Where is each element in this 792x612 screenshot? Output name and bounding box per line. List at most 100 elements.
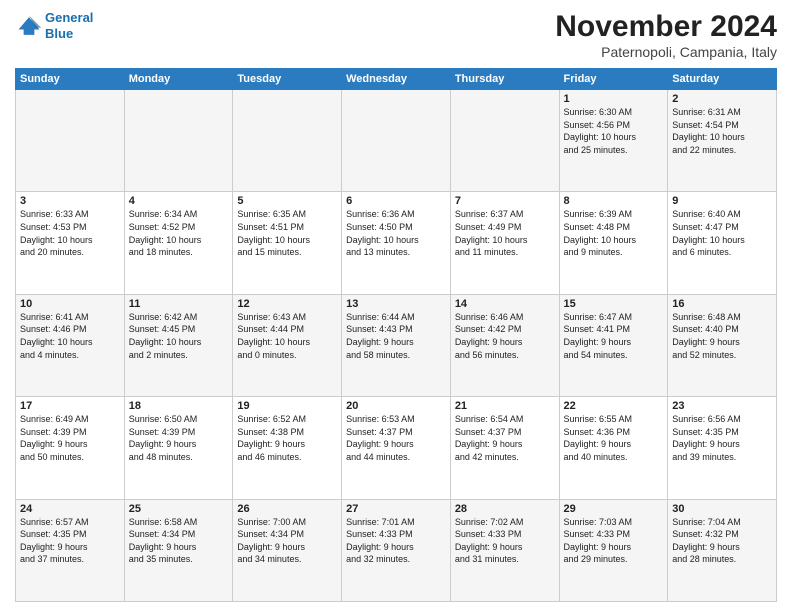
calendar-cell: 26Sunrise: 7:00 AM Sunset: 4:34 PM Dayli… — [233, 499, 342, 601]
calendar-week-1: 1Sunrise: 6:30 AM Sunset: 4:56 PM Daylig… — [16, 90, 777, 192]
day-number: 19 — [237, 400, 337, 412]
calendar-cell: 4Sunrise: 6:34 AM Sunset: 4:52 PM Daylig… — [124, 192, 233, 294]
day-info: Sunrise: 7:03 AM Sunset: 4:33 PM Dayligh… — [564, 516, 664, 566]
weekday-header-monday: Monday — [124, 69, 233, 90]
calendar-cell: 1Sunrise: 6:30 AM Sunset: 4:56 PM Daylig… — [559, 90, 668, 192]
logo: General Blue — [15, 10, 93, 41]
day-info: Sunrise: 6:52 AM Sunset: 4:38 PM Dayligh… — [237, 413, 337, 463]
day-info: Sunrise: 7:02 AM Sunset: 4:33 PM Dayligh… — [455, 516, 555, 566]
day-info: Sunrise: 6:46 AM Sunset: 4:42 PM Dayligh… — [455, 311, 555, 361]
day-number: 18 — [129, 400, 229, 412]
calendar-cell: 30Sunrise: 7:04 AM Sunset: 4:32 PM Dayli… — [668, 499, 777, 601]
calendar-cell: 11Sunrise: 6:42 AM Sunset: 4:45 PM Dayli… — [124, 294, 233, 396]
calendar-cell: 13Sunrise: 6:44 AM Sunset: 4:43 PM Dayli… — [342, 294, 451, 396]
calendar-week-4: 17Sunrise: 6:49 AM Sunset: 4:39 PM Dayli… — [16, 397, 777, 499]
day-number: 22 — [564, 400, 664, 412]
day-number: 26 — [237, 503, 337, 515]
calendar-cell: 19Sunrise: 6:52 AM Sunset: 4:38 PM Dayli… — [233, 397, 342, 499]
day-number: 16 — [672, 298, 772, 310]
day-number: 27 — [346, 503, 446, 515]
day-info: Sunrise: 6:34 AM Sunset: 4:52 PM Dayligh… — [129, 208, 229, 258]
day-number: 28 — [455, 503, 555, 515]
calendar-cell: 15Sunrise: 6:47 AM Sunset: 4:41 PM Dayli… — [559, 294, 668, 396]
calendar-cell: 18Sunrise: 6:50 AM Sunset: 4:39 PM Dayli… — [124, 397, 233, 499]
title-block: November 2024 Paternopoli, Campania, Ita… — [555, 10, 777, 60]
day-number: 7 — [455, 195, 555, 207]
day-info: Sunrise: 6:56 AM Sunset: 4:35 PM Dayligh… — [672, 413, 772, 463]
page: General Blue November 2024 Paternopoli, … — [0, 0, 792, 612]
calendar-cell: 24Sunrise: 6:57 AM Sunset: 4:35 PM Dayli… — [16, 499, 125, 601]
calendar-cell: 28Sunrise: 7:02 AM Sunset: 4:33 PM Dayli… — [450, 499, 559, 601]
day-info: Sunrise: 6:58 AM Sunset: 4:34 PM Dayligh… — [129, 516, 229, 566]
day-info: Sunrise: 6:39 AM Sunset: 4:48 PM Dayligh… — [564, 208, 664, 258]
calendar-cell: 8Sunrise: 6:39 AM Sunset: 4:48 PM Daylig… — [559, 192, 668, 294]
day-number: 20 — [346, 400, 446, 412]
day-info: Sunrise: 6:57 AM Sunset: 4:35 PM Dayligh… — [20, 516, 120, 566]
day-info: Sunrise: 6:41 AM Sunset: 4:46 PM Dayligh… — [20, 311, 120, 361]
day-number: 11 — [129, 298, 229, 310]
day-info: Sunrise: 6:30 AM Sunset: 4:56 PM Dayligh… — [564, 106, 664, 156]
day-number: 2 — [672, 93, 772, 105]
day-info: Sunrise: 6:42 AM Sunset: 4:45 PM Dayligh… — [129, 311, 229, 361]
calendar-cell — [450, 90, 559, 192]
calendar-cell: 20Sunrise: 6:53 AM Sunset: 4:37 PM Dayli… — [342, 397, 451, 499]
day-number: 5 — [237, 195, 337, 207]
day-info: Sunrise: 6:44 AM Sunset: 4:43 PM Dayligh… — [346, 311, 446, 361]
calendar-cell — [16, 90, 125, 192]
day-number: 9 — [672, 195, 772, 207]
calendar-cell: 9Sunrise: 6:40 AM Sunset: 4:47 PM Daylig… — [668, 192, 777, 294]
weekday-header-row: SundayMondayTuesdayWednesdayThursdayFrid… — [16, 69, 777, 90]
day-info: Sunrise: 6:53 AM Sunset: 4:37 PM Dayligh… — [346, 413, 446, 463]
calendar-cell: 21Sunrise: 6:54 AM Sunset: 4:37 PM Dayli… — [450, 397, 559, 499]
weekday-header-wednesday: Wednesday — [342, 69, 451, 90]
logo-text: General Blue — [45, 10, 93, 41]
calendar-week-5: 24Sunrise: 6:57 AM Sunset: 4:35 PM Dayli… — [16, 499, 777, 601]
day-number: 25 — [129, 503, 229, 515]
calendar-week-2: 3Sunrise: 6:33 AM Sunset: 4:53 PM Daylig… — [16, 192, 777, 294]
calendar-cell: 27Sunrise: 7:01 AM Sunset: 4:33 PM Dayli… — [342, 499, 451, 601]
day-number: 12 — [237, 298, 337, 310]
month-title: November 2024 — [555, 10, 777, 44]
calendar-cell: 23Sunrise: 6:56 AM Sunset: 4:35 PM Dayli… — [668, 397, 777, 499]
calendar-cell — [342, 90, 451, 192]
day-info: Sunrise: 6:43 AM Sunset: 4:44 PM Dayligh… — [237, 311, 337, 361]
calendar-table: SundayMondayTuesdayWednesdayThursdayFrid… — [15, 68, 777, 602]
day-number: 17 — [20, 400, 120, 412]
calendar-cell: 25Sunrise: 6:58 AM Sunset: 4:34 PM Dayli… — [124, 499, 233, 601]
day-number: 6 — [346, 195, 446, 207]
calendar-cell: 16Sunrise: 6:48 AM Sunset: 4:40 PM Dayli… — [668, 294, 777, 396]
day-info: Sunrise: 6:33 AM Sunset: 4:53 PM Dayligh… — [20, 208, 120, 258]
calendar-cell: 5Sunrise: 6:35 AM Sunset: 4:51 PM Daylig… — [233, 192, 342, 294]
calendar-cell: 10Sunrise: 6:41 AM Sunset: 4:46 PM Dayli… — [16, 294, 125, 396]
day-info: Sunrise: 6:48 AM Sunset: 4:40 PM Dayligh… — [672, 311, 772, 361]
day-info: Sunrise: 6:35 AM Sunset: 4:51 PM Dayligh… — [237, 208, 337, 258]
calendar-cell: 14Sunrise: 6:46 AM Sunset: 4:42 PM Dayli… — [450, 294, 559, 396]
day-info: Sunrise: 7:01 AM Sunset: 4:33 PM Dayligh… — [346, 516, 446, 566]
day-info: Sunrise: 6:55 AM Sunset: 4:36 PM Dayligh… — [564, 413, 664, 463]
day-number: 24 — [20, 503, 120, 515]
day-info: Sunrise: 6:54 AM Sunset: 4:37 PM Dayligh… — [455, 413, 555, 463]
calendar-cell: 17Sunrise: 6:49 AM Sunset: 4:39 PM Dayli… — [16, 397, 125, 499]
day-number: 14 — [455, 298, 555, 310]
weekday-header-thursday: Thursday — [450, 69, 559, 90]
weekday-header-sunday: Sunday — [16, 69, 125, 90]
day-info: Sunrise: 6:47 AM Sunset: 4:41 PM Dayligh… — [564, 311, 664, 361]
day-info: Sunrise: 7:00 AM Sunset: 4:34 PM Dayligh… — [237, 516, 337, 566]
day-number: 3 — [20, 195, 120, 207]
calendar-cell — [124, 90, 233, 192]
calendar-cell: 7Sunrise: 6:37 AM Sunset: 4:49 PM Daylig… — [450, 192, 559, 294]
calendar-cell: 12Sunrise: 6:43 AM Sunset: 4:44 PM Dayli… — [233, 294, 342, 396]
calendar-week-3: 10Sunrise: 6:41 AM Sunset: 4:46 PM Dayli… — [16, 294, 777, 396]
logo-icon — [15, 12, 43, 40]
calendar-cell: 22Sunrise: 6:55 AM Sunset: 4:36 PM Dayli… — [559, 397, 668, 499]
day-info: Sunrise: 6:37 AM Sunset: 4:49 PM Dayligh… — [455, 208, 555, 258]
location-title: Paternopoli, Campania, Italy — [555, 44, 777, 60]
calendar-cell: 3Sunrise: 6:33 AM Sunset: 4:53 PM Daylig… — [16, 192, 125, 294]
day-number: 1 — [564, 93, 664, 105]
day-number: 30 — [672, 503, 772, 515]
day-number: 23 — [672, 400, 772, 412]
calendar-cell: 29Sunrise: 7:03 AM Sunset: 4:33 PM Dayli… — [559, 499, 668, 601]
header: General Blue November 2024 Paternopoli, … — [15, 10, 777, 60]
weekday-header-friday: Friday — [559, 69, 668, 90]
day-number: 15 — [564, 298, 664, 310]
